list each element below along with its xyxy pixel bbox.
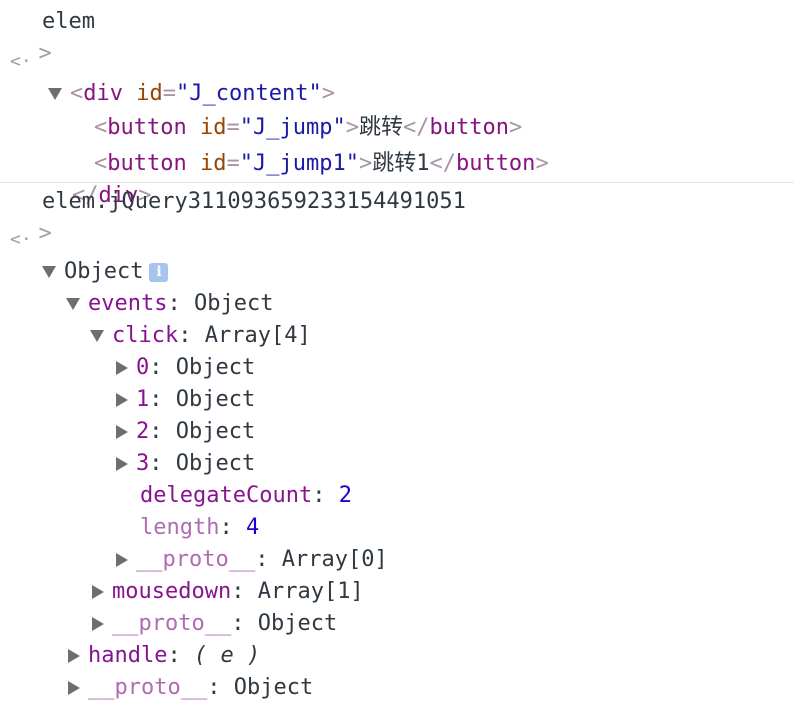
tree-row-item[interactable]: 1: Object — [116, 352, 255, 412]
tree-row-length: length: 4 — [140, 515, 260, 540]
property-value: Object — [257, 611, 338, 636]
collapse-triangle-icon[interactable] — [116, 457, 128, 471]
tree-row-proto[interactable]: __proto__: Object — [92, 576, 337, 636]
tree-row-item[interactable]: 3: Object — [116, 416, 255, 476]
expand-triangle-icon[interactable] — [48, 88, 62, 100]
tree-row-proto[interactable]: __proto__: Array[0] — [116, 512, 388, 572]
tree-row-delegate: delegateCount: 2 — [140, 483, 352, 508]
tree-row-handle[interactable]: handle: ( e ) — [68, 608, 260, 668]
tree-row-click[interactable]: click: Array[4] — [90, 288, 311, 348]
collapse-triangle-icon[interactable] — [68, 681, 80, 695]
dom-div-node[interactable]: <div id="J_content"> — [48, 46, 335, 106]
property-key: __proto__ — [88, 675, 208, 700]
result-icon: <· — [10, 51, 32, 72]
tree-row-mousedown[interactable]: mousedown: Array[1] — [92, 544, 364, 604]
expand-triangle-icon[interactable] — [90, 330, 104, 342]
tree-row-events[interactable]: events: Object — [66, 256, 273, 316]
dom-text: 跳转1 — [372, 151, 430, 176]
dom-button-node[interactable]: <button id="J_jump">跳转</button> — [94, 80, 522, 140]
tree-row-item[interactable]: 0: Object — [116, 320, 255, 380]
tree-row-proto[interactable]: __proto__: Object — [68, 640, 313, 700]
dom-div-close[interactable]: </div> — [72, 148, 152, 208]
dom-button-node[interactable]: <button id="J_jump1">跳转1</button> — [94, 116, 549, 176]
tree-row-item[interactable]: 2: Object — [116, 384, 255, 444]
divider — [0, 182, 794, 183]
expand-triangle-icon[interactable] — [66, 298, 80, 310]
dom-attr-value: "J_jump1" — [239, 151, 359, 176]
result-icon: <· — [10, 229, 32, 250]
dom-attr-name: id — [199, 151, 227, 176]
expand-triangle-icon[interactable] — [42, 266, 56, 278]
property-value: 2 — [338, 483, 352, 508]
console-command[interactable]: elem.jQuery311093659233154491051 — [42, 186, 466, 218]
object-root[interactable]: Object i — [42, 224, 169, 284]
dom-tag: button — [455, 151, 536, 176]
property-value: Object — [233, 675, 314, 700]
console-command[interactable]: elem — [42, 6, 95, 38]
